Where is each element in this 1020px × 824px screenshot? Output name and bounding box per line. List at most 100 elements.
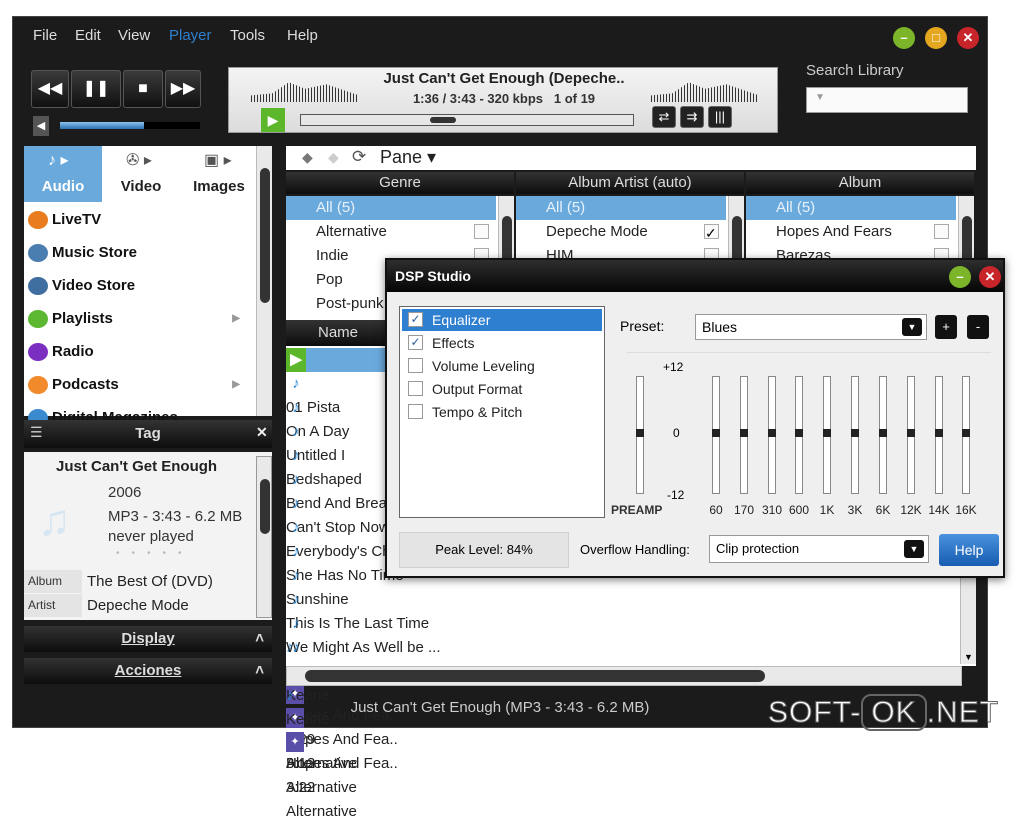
filter-header-0[interactable]: Genre bbox=[286, 172, 514, 194]
eq-slider-12k[interactable] bbox=[907, 376, 915, 494]
speaker-icon[interactable]: ◀ bbox=[33, 116, 49, 136]
dsp-module-equalizer[interactable]: ✓ Equalizer bbox=[402, 309, 602, 331]
filter-item[interactable]: All (5) bbox=[516, 196, 726, 220]
table-row[interactable]: ♪We Might As Well be ...♪Keane✦Hopes And… bbox=[286, 612, 962, 796]
filter-checkbox[interactable]: ✓ bbox=[704, 224, 719, 241]
sidebar-item-playlists[interactable]: Playlists ▶ bbox=[28, 307, 248, 331]
eq-slider-6k[interactable] bbox=[879, 376, 887, 494]
table-row[interactable]: ♪Your Eyes Open♪Keane✦Hopes And Fea..3:2… bbox=[286, 636, 962, 820]
preamp-slider[interactable] bbox=[636, 376, 644, 494]
menu-help[interactable]: Help bbox=[287, 27, 318, 44]
filter-item[interactable]: Depeche Mode bbox=[516, 220, 726, 244]
pane-label: Pane bbox=[380, 147, 423, 167]
help-button[interactable]: Help bbox=[939, 534, 999, 566]
eq-slider-3k[interactable] bbox=[851, 376, 859, 494]
sidebar-item-music-store[interactable]: Music Store bbox=[28, 241, 248, 265]
filter-header-2[interactable]: Album bbox=[746, 172, 974, 194]
close-button[interactable]: ✕ bbox=[957, 27, 979, 49]
dsp-module-output-format[interactable]: Output Format bbox=[402, 378, 602, 400]
music-note-icon: ♪ bbox=[292, 447, 300, 464]
module-checkbox[interactable]: ✓ bbox=[408, 312, 423, 327]
volume-slider[interactable] bbox=[60, 122, 200, 129]
play-icon[interactable]: ▶ bbox=[261, 108, 285, 132]
eq-slider-310[interactable] bbox=[768, 376, 776, 494]
display-label: Display bbox=[121, 630, 175, 647]
rewind-button[interactable]: ◀◀ bbox=[31, 70, 69, 108]
overflow-dropdown[interactable]: Clip protection ▼ bbox=[709, 535, 929, 563]
refresh-icon[interactable]: ⟳ bbox=[352, 147, 366, 167]
nav-scrollbar[interactable] bbox=[256, 146, 272, 416]
search-dropdown-icon[interactable]: ▼ bbox=[815, 92, 825, 103]
pause-button[interactable]: ❚❚ bbox=[71, 70, 121, 108]
seek-bar[interactable] bbox=[300, 114, 634, 126]
eq-slider-14k[interactable] bbox=[935, 376, 943, 494]
actions-section[interactable]: Acciones ˄ bbox=[24, 658, 272, 684]
preset-dropdown[interactable]: Blues ▼ bbox=[695, 314, 927, 340]
filter-item[interactable]: All (5) bbox=[286, 196, 496, 220]
menu-file[interactable]: File bbox=[33, 27, 57, 44]
sidebar-item-radio[interactable]: Radio bbox=[28, 340, 248, 364]
filter-item[interactable]: Alternative bbox=[286, 220, 496, 244]
column-name[interactable]: Name bbox=[318, 324, 358, 341]
filter-item[interactable]: All (5) bbox=[746, 196, 956, 220]
menu-view[interactable]: View bbox=[118, 27, 150, 44]
list-icon[interactable]: ☰ bbox=[30, 424, 43, 441]
dsp-minimize-button[interactable]: – bbox=[949, 266, 971, 288]
forward-button[interactable]: ▶▶ bbox=[165, 70, 201, 108]
scale-max: +12 bbox=[663, 360, 684, 374]
shuffle-icon[interactable]: ⇉ bbox=[680, 106, 704, 128]
dsp-module-tempo-pitch[interactable]: Tempo & Pitch bbox=[402, 401, 602, 423]
sidebar-item-video-store[interactable]: Video Store bbox=[28, 274, 248, 298]
dsp-title-bar[interactable]: DSP Studio bbox=[387, 260, 1003, 292]
dropdown-arrow-icon[interactable]: ▼ bbox=[904, 540, 924, 558]
filter-checkbox[interactable] bbox=[934, 224, 949, 239]
display-section[interactable]: Display ˄ bbox=[24, 626, 272, 652]
tag-field-label: Album bbox=[24, 570, 82, 593]
forward-icon[interactable]: ◆ bbox=[328, 149, 339, 166]
tag-field-label: Artist bbox=[24, 594, 82, 617]
dsp-module-effects[interactable]: ✓ Effects bbox=[402, 332, 602, 354]
add-preset-button[interactable]: + bbox=[935, 315, 957, 339]
repeat-icon[interactable]: ⇄ bbox=[652, 106, 676, 128]
sidebar-item-livetv[interactable]: LiveTV bbox=[28, 208, 248, 232]
back-icon[interactable]: ◆ bbox=[302, 149, 313, 166]
menu-tools[interactable]: Tools bbox=[230, 27, 265, 44]
tab-images[interactable]: Images bbox=[180, 178, 258, 195]
horizontal-scrollbar[interactable] bbox=[286, 666, 962, 686]
maximize-button[interactable]: □ bbox=[925, 27, 947, 49]
module-checkbox[interactable] bbox=[408, 404, 423, 419]
minimize-button[interactable]: – bbox=[893, 27, 915, 49]
dsp-close-button[interactable]: ✕ bbox=[979, 266, 1001, 288]
table-row[interactable]: ♪This Is The Last Time♪Keane✦Hopes And F… bbox=[286, 588, 962, 772]
dropdown-arrow-icon[interactable]: ▼ bbox=[902, 318, 922, 336]
dsp-module-volume-leveling[interactable]: Volume Leveling bbox=[402, 355, 602, 377]
filter-checkbox[interactable] bbox=[474, 224, 489, 239]
close-tag-icon[interactable]: ✕ bbox=[256, 424, 268, 441]
eq-slider-16k[interactable] bbox=[962, 376, 970, 494]
eq-slider-600[interactable] bbox=[795, 376, 803, 494]
filter-item[interactable]: Hopes And Fears bbox=[746, 220, 956, 244]
eq-slider-170[interactable] bbox=[740, 376, 748, 494]
overflow-label: Overflow Handling: bbox=[580, 542, 690, 557]
menu-player[interactable]: Player bbox=[169, 27, 212, 44]
music-note-icon: ♪ bbox=[292, 591, 300, 608]
module-checkbox[interactable]: ✓ bbox=[408, 335, 423, 350]
filter-header-1[interactable]: Album Artist (auto) bbox=[516, 172, 744, 194]
tab-audio[interactable]: Audio bbox=[24, 178, 102, 195]
pane-menu[interactable]: Pane ▾ bbox=[380, 147, 436, 168]
menu-edit[interactable]: Edit bbox=[75, 27, 101, 44]
module-checkbox[interactable] bbox=[408, 381, 423, 396]
equalizer-toggle-icon[interactable]: ||| bbox=[708, 106, 732, 128]
tag-field-value[interactable]: The Best Of (DVD) bbox=[87, 570, 213, 593]
tab-video[interactable]: Video bbox=[102, 178, 180, 195]
rating-stars[interactable]: ••••• bbox=[116, 548, 194, 559]
eq-slider-1k[interactable] bbox=[823, 376, 831, 494]
stop-button[interactable]: ■ bbox=[123, 70, 163, 108]
tag-field-value[interactable]: Depeche Mode bbox=[87, 594, 189, 617]
eq-slider-60[interactable] bbox=[712, 376, 720, 494]
module-checkbox[interactable] bbox=[408, 358, 423, 373]
search-input[interactable]: ▼ bbox=[806, 87, 968, 113]
tag-scrollbar[interactable] bbox=[256, 456, 272, 618]
sidebar-item-podcasts[interactable]: Podcasts ▶ bbox=[28, 373, 248, 397]
remove-preset-button[interactable]: - bbox=[967, 315, 989, 339]
